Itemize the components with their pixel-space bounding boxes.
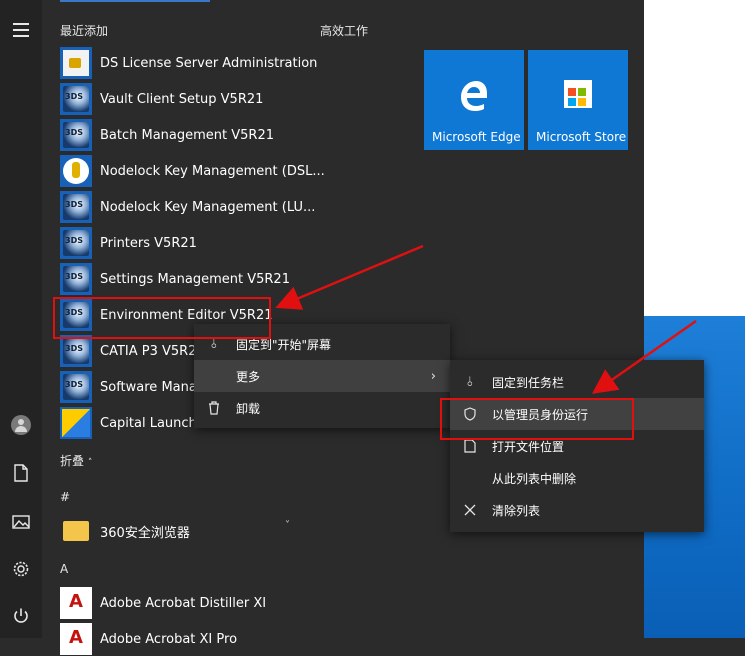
arrow-to-environment-editor [275, 244, 424, 310]
arrow-to-run-as-admin [591, 319, 697, 394]
annotation-arrows [275, 244, 697, 394]
